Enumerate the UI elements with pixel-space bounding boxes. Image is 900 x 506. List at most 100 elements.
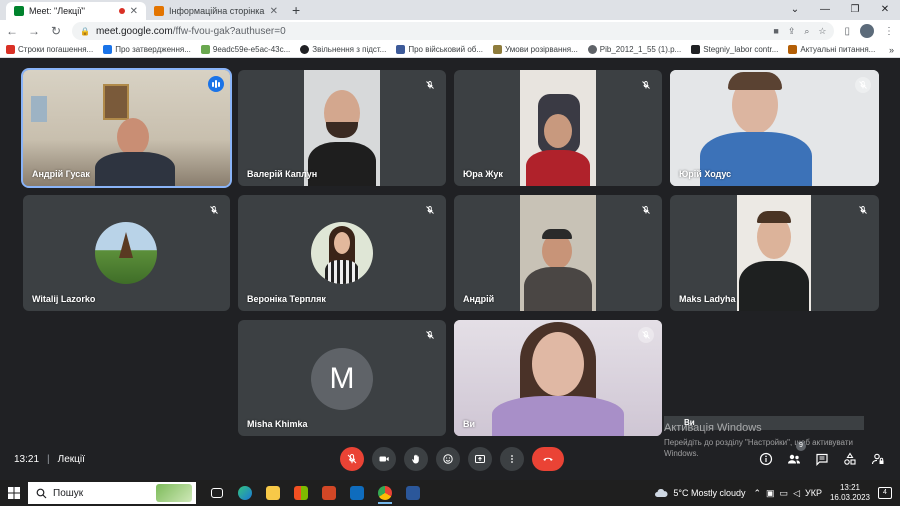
participant-tile[interactable]: M Misha Khimka [238,320,446,436]
camera-icon [379,456,389,462]
chevron-up-icon[interactable]: ⌃ [753,488,761,499]
new-tab-icon[interactable]: + [292,2,300,20]
system-tray: 5°C Mostly cloudy ⌃ ▣ ▭ ◁ УКР 13:21 16.0… [654,480,900,506]
chevron-down-icon[interactable]: ⌄ [780,0,810,20]
lock-icon[interactable]: 🔒 [80,27,90,36]
share-icon[interactable]: ⇪ [788,26,796,37]
camera-indicator-icon[interactable]: ■ [773,26,778,37]
star-icon[interactable]: ☆ [818,26,826,37]
weather-text: 5°C Mostly cloudy [673,488,746,498]
participant-name: Андрій Гусак [32,169,90,179]
taskbar-app-chrome[interactable] [374,482,396,504]
meet-favicon-icon [14,6,24,16]
close-icon[interactable]: ✕ [270,6,278,17]
mic-toggle-button[interactable] [340,447,364,471]
taskbar-clock[interactable]: 13:21 16.03.2023 [830,483,870,503]
taskbar-app-explorer[interactable] [262,482,284,504]
reactions-button[interactable] [436,447,460,471]
windows-taskbar: Пошук 5°C Mostly cloudy ⌃ ▣ ▭ ◁ УКР 13:2… [0,480,900,506]
bookmark-item[interactable]: 9eadc59e-e5ac-43c... [200,45,290,54]
url-host: meet.google.com [95,25,173,37]
participant-tile[interactable]: Валерій Каплун [238,70,446,186]
lock-person-icon [871,453,884,465]
zoom-icon[interactable]: ⌕ [804,26,809,37]
mic-off-icon [422,202,438,218]
meeting-details-button[interactable] [758,451,774,467]
reload-icon[interactable]: ↻ [50,24,62,38]
participant-tile[interactable]: Witalij Lazorko [23,195,230,311]
taskbar-app-edge[interactable] [234,482,256,504]
omnibox[interactable]: 🔒 meet.google.com/ffw-fvou-gak?authuser=… [72,22,835,40]
url-text[interactable]: meet.google.com/ffw-fvou-gak?authuser=0 [96,26,767,37]
taskbar-search[interactable]: Пошук [28,482,196,504]
participant-name: Юрій Ходус [679,169,732,179]
participant-name: Maks Ladyha [679,294,736,304]
bookmark-label: Pib_2012_1_55 (1).p... [599,45,682,54]
raise-hand-button[interactable] [404,447,428,471]
bookmark-label: Про військовий об... [408,45,484,54]
mic-off-icon [347,453,357,464]
participant-tile[interactable]: Юра Жук [454,70,662,186]
bookmark-item[interactable]: Актуальні питання... [788,45,875,54]
minimize-icon[interactable]: — [810,0,840,20]
participant-tile[interactable]: Андрій [454,195,662,311]
bookmark-label: Умови розірвання... [505,45,578,54]
profile-avatar[interactable] [860,24,874,38]
people-button[interactable] [786,451,802,467]
taskbar-app-mail[interactable] [346,482,368,504]
sidebar-icon[interactable]: ▯ [844,26,850,37]
hair-decor [757,211,791,223]
person-face [334,232,350,254]
bookmark-item[interactable]: Про військовий об... [396,45,483,54]
chat-button[interactable] [814,451,830,467]
taskbar-app-store[interactable] [290,482,312,504]
bookmark-favicon-icon [396,45,406,54]
profile-avatar [95,222,157,284]
search-icon [36,488,47,498]
participant-tile[interactable]: Андрій Гусак [21,68,232,188]
participant-tile[interactable]: Вероніка Терпляк [238,195,446,311]
participant-tile[interactable]: Ви [454,320,662,436]
menu-icon[interactable]: ⋮ [884,26,894,37]
bookmark-favicon-icon [6,45,15,54]
tab-info-page[interactable]: Інформаційна сторінка ✕ [146,2,286,20]
weather-widget[interactable]: 5°C Mostly cloudy [654,488,745,498]
present-screen-button[interactable] [468,447,492,471]
bookmark-item[interactable]: Про затвердження... [103,45,191,54]
volume-icon[interactable]: ◁ [793,488,800,499]
taskbar-app-word[interactable] [402,482,424,504]
participant-tile[interactable]: Юрій Ходус [670,70,879,186]
camera-tray-icon[interactable]: ▣ [766,488,775,499]
leave-call-button[interactable] [532,447,564,471]
participant-tile[interactable]: Maks Ladyha [670,195,879,311]
activities-button[interactable] [842,451,858,467]
folder-icon [266,486,280,500]
bookmarks-overflow-icon[interactable]: » [889,45,894,55]
task-view-icon [211,488,223,498]
network-icon[interactable]: ▭ [780,488,789,499]
notifications-button[interactable]: 4 [878,487,892,499]
forward-icon[interactable]: → [28,24,40,38]
bookmark-item[interactable]: Умови розірвання... [493,45,578,54]
taskbar-app-powerpoint[interactable] [318,482,340,504]
camera-toggle-button[interactable] [372,447,396,471]
task-view-button[interactable] [206,482,228,504]
more-options-button[interactable] [500,447,524,471]
person-face [117,118,149,156]
start-button[interactable] [0,480,28,506]
language-indicator[interactable]: УКР [805,488,822,499]
maximize-icon[interactable]: ❐ [840,0,870,20]
bookmark-item[interactable]: Строки погашення... [6,45,93,54]
bookmark-label: Звільнення з підст... [312,45,387,54]
bookmark-item[interactable]: Pib_2012_1_55 (1).p... [587,45,682,54]
close-window-icon[interactable]: ✕ [870,0,900,20]
tab-meet[interactable]: Meet: "Лекції" ✕ [6,2,146,20]
meeting-title[interactable]: Лекції [58,454,85,465]
bookmark-item[interactable]: Звільнення з підст... [300,45,386,54]
host-controls-button[interactable] [870,451,886,467]
bookmark-favicon-icon [587,45,597,54]
back-icon[interactable]: ← [6,24,18,38]
speaking-indicator-icon [208,76,224,92]
close-icon[interactable]: ✕ [130,6,138,17]
bookmark-item[interactable]: Stegniy_labor contr... [691,45,778,54]
